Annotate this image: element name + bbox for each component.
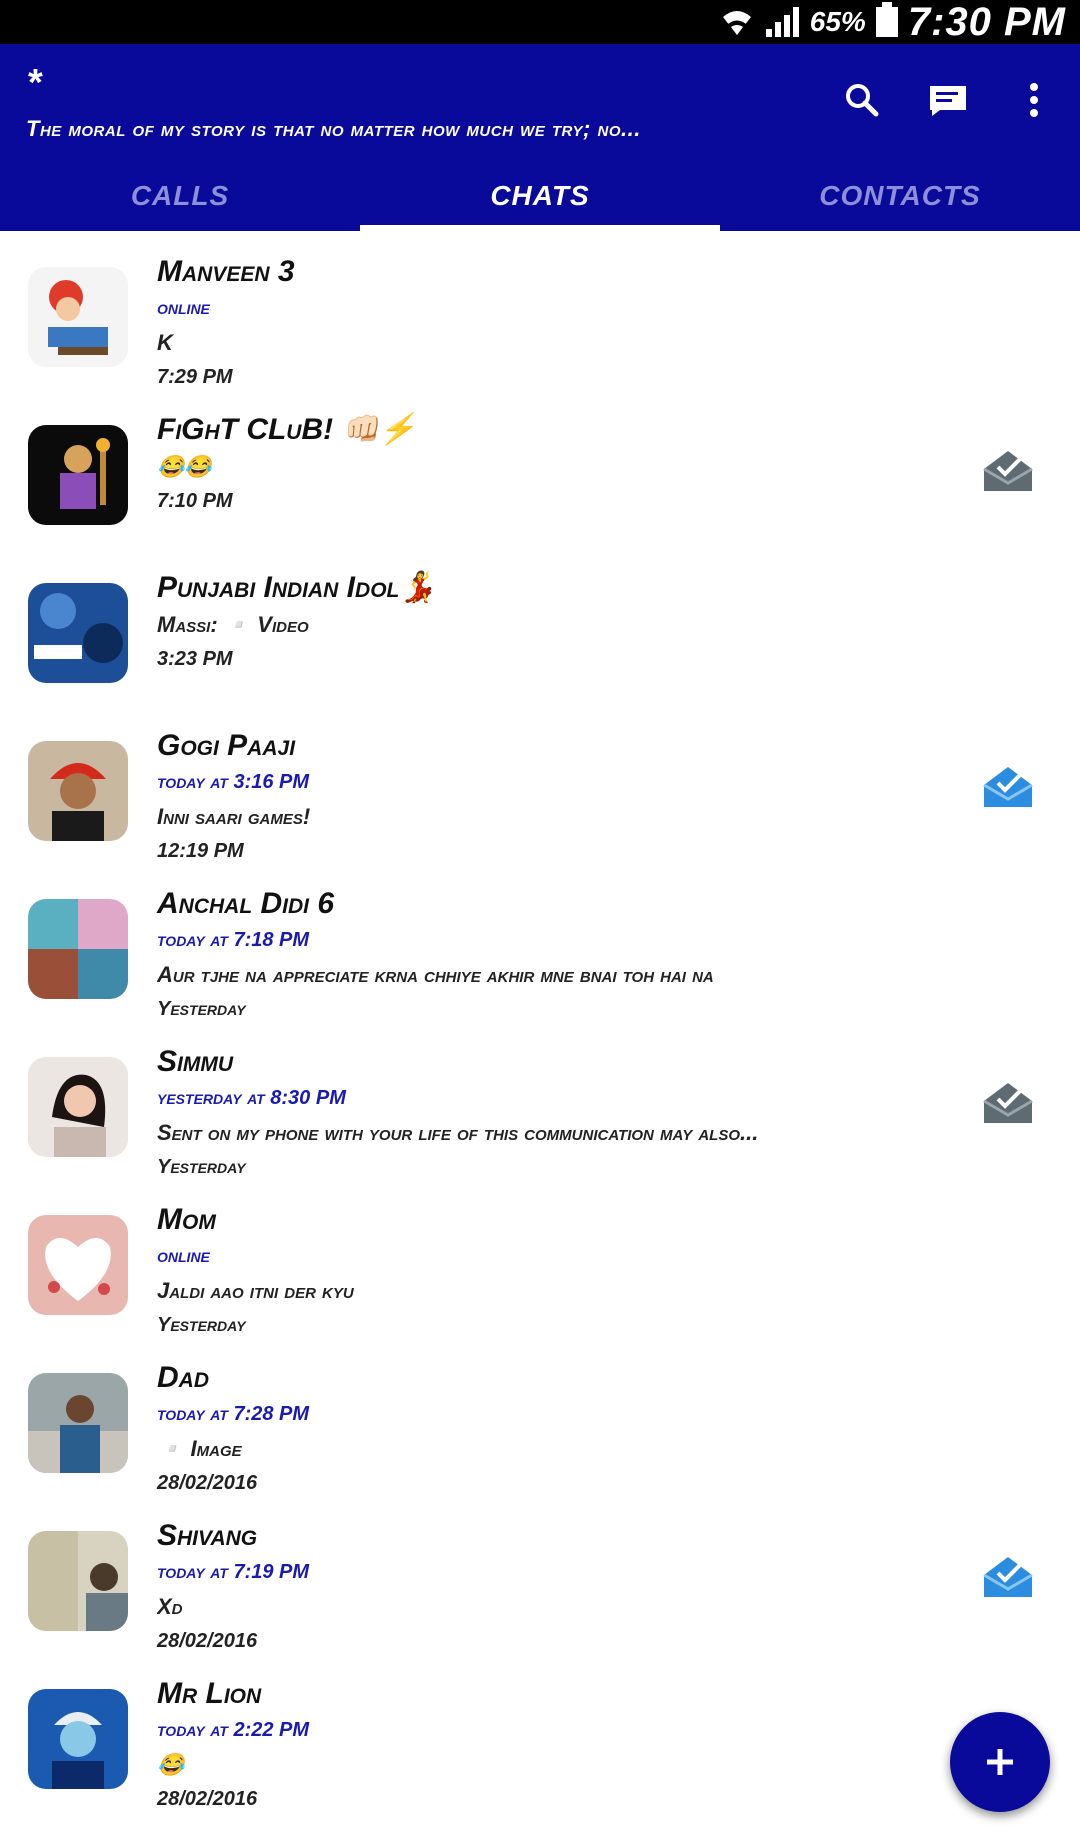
- last-message: Massi: ▫️ Video: [157, 612, 309, 637]
- profile-status[interactable]: The moral of my story is that no matter …: [26, 116, 786, 142]
- contact-name: Mr Lion: [157, 1677, 262, 1710]
- contact-name: Simmu: [157, 1045, 233, 1078]
- chat-text: Anchal Didi 6 today at 7:18 PM Aur tjhe …: [157, 885, 917, 1025]
- last-seen: yesterday at 8:30 PM: [157, 1087, 346, 1109]
- message-icon: [930, 86, 966, 116]
- last-seen: today at 7:19 PM: [157, 1561, 310, 1583]
- chat-text: Gogi Paaji today at 3:16 PM Inni saari g…: [157, 727, 917, 867]
- contact-name: Punjabi Indian Idol💃: [157, 571, 437, 604]
- last-seen: today at 3:16 PM: [157, 771, 310, 793]
- search-icon: [846, 84, 879, 117]
- read-receipt-grey-icon: [983, 1083, 1033, 1123]
- avatar[interactable]: [28, 1689, 128, 1789]
- chat-row[interactable]: Manveen 3 online K 7:29 PM: [0, 231, 1080, 389]
- message-time: 7:10 PM: [157, 490, 233, 512]
- read-receipt-blue-icon: [983, 767, 1033, 807]
- chat-text: Manveen 3 online K 7:29 PM: [157, 253, 917, 393]
- avatar[interactable]: [28, 1373, 128, 1473]
- last-message: K: [157, 330, 173, 355]
- overflow-menu-button[interactable]: [1008, 74, 1060, 126]
- app-bar-actions: [836, 74, 1060, 126]
- avatar[interactable]: [28, 741, 128, 841]
- app-title: *: [28, 62, 43, 104]
- last-message: Inni saari games!: [157, 804, 311, 829]
- chat-row[interactable]: Mr Lion today at 2:22 PM 😂 28/02/2016: [0, 1653, 1080, 1811]
- contact-name: Mom: [157, 1203, 216, 1236]
- last-seen: online: [157, 1245, 210, 1267]
- chat-row[interactable]: Anchal Didi 6 today at 7:18 PM Aur tjhe …: [0, 863, 1080, 1021]
- read-receipt-blue-icon: [983, 1557, 1033, 1597]
- contact-name: FiGhT CLuB! 👊🏻⚡: [157, 413, 417, 446]
- clock: 7:30 PM: [907, 0, 1066, 44]
- status-bar: 65% 7:30 PM: [0, 0, 1080, 44]
- last-seen: today at 7:28 PM: [157, 1403, 310, 1425]
- chat-text: Shivang today at 7:19 PM Xd 28/02/2016: [157, 1517, 917, 1657]
- avatar[interactable]: [28, 267, 128, 367]
- chat-text: Simmu yesterday at 8:30 PM Sent on my ph…: [157, 1043, 917, 1183]
- avatar[interactable]: [28, 583, 128, 683]
- more-vert-icon: [1030, 83, 1038, 117]
- tab-chats[interactable]: CHATS: [360, 160, 720, 231]
- new-message-button[interactable]: [922, 74, 974, 126]
- search-button[interactable]: [836, 74, 888, 126]
- contact-name: Anchal Didi 6: [157, 887, 335, 920]
- avatar[interactable]: [28, 899, 128, 999]
- avatar[interactable]: [28, 1057, 128, 1157]
- tab-contacts[interactable]: CONTACTS: [720, 160, 1080, 231]
- last-message: Sent on my phone with your life of this …: [157, 1120, 759, 1145]
- battery-percent: 65%: [809, 6, 866, 37]
- last-seen: today at 2:22 PM: [157, 1719, 310, 1741]
- chat-row[interactable]: Simmu yesterday at 8:30 PM Sent on my ph…: [0, 1021, 1080, 1179]
- chat-list: Manveen 3 online K 7:29 PM FiGhT CLuB! 👊…: [0, 231, 1080, 1811]
- last-message: Xd: [157, 1594, 183, 1619]
- last-seen: today at 7:18 PM: [157, 929, 310, 951]
- read-receipt-grey-icon: [983, 451, 1033, 491]
- message-time: 3:23 PM: [157, 648, 233, 670]
- contact-name: Shivang: [157, 1519, 258, 1552]
- avatar[interactable]: [28, 1215, 128, 1315]
- tab-bar: CALLS CHATS CONTACTS: [0, 160, 1080, 231]
- message-time: 28/02/2016: [157, 1788, 258, 1810]
- last-message: 😂: [157, 1752, 185, 1777]
- avatar[interactable]: [28, 425, 128, 525]
- chat-text: Mr Lion today at 2:22 PM 😂 28/02/2016: [157, 1675, 917, 1815]
- signal-icon: [765, 7, 799, 37]
- chat-row[interactable]: Mom online Jaldi aao itni der kyu Yester…: [0, 1179, 1080, 1337]
- chat-text: Dad today at 7:28 PM ▫️ Image 28/02/2016: [157, 1359, 917, 1499]
- battery-icon: [875, 2, 898, 37]
- plus-icon: [987, 1749, 1013, 1775]
- tab-calls[interactable]: CALLS: [0, 160, 360, 231]
- contact-name: Gogi Paaji: [157, 729, 296, 762]
- chat-row[interactable]: Gogi Paaji today at 3:16 PM Inni saari g…: [0, 705, 1080, 863]
- contact-name: Dad: [157, 1361, 209, 1394]
- new-chat-fab[interactable]: [950, 1712, 1050, 1812]
- chat-row[interactable]: Punjabi Indian Idol💃 Massi: ▫️ Video 3:2…: [0, 547, 1080, 705]
- chat-row[interactable]: FiGhT CLuB! 👊🏻⚡ 😂😂 7:10 PM: [0, 389, 1080, 547]
- contact-name: Manveen 3: [157, 255, 295, 288]
- chat-text: Mom online Jaldi aao itni der kyu Yester…: [157, 1201, 917, 1341]
- last-seen: online: [157, 297, 210, 319]
- last-message: ▫️ Image: [157, 1436, 242, 1461]
- last-message: Jaldi aao itni der kyu: [157, 1278, 354, 1303]
- avatar[interactable]: [28, 1531, 128, 1631]
- wifi-icon: [722, 11, 751, 35]
- chat-text: FiGhT CLuB! 👊🏻⚡ 😂😂 7:10 PM: [157, 411, 917, 517]
- last-message: Aur tjhe na appreciate krna chhiye akhir…: [157, 962, 714, 987]
- chat-row[interactable]: Shivang today at 7:19 PM Xd 28/02/2016: [0, 1495, 1080, 1653]
- chat-text: Punjabi Indian Idol💃 Massi: ▫️ Video 3:2…: [157, 569, 917, 675]
- chat-row[interactable]: Dad today at 7:28 PM ▫️ Image 28/02/2016: [0, 1337, 1080, 1495]
- last-message: 😂😂: [157, 454, 212, 479]
- app-bar: * The moral of my story is that no matte…: [0, 44, 1080, 231]
